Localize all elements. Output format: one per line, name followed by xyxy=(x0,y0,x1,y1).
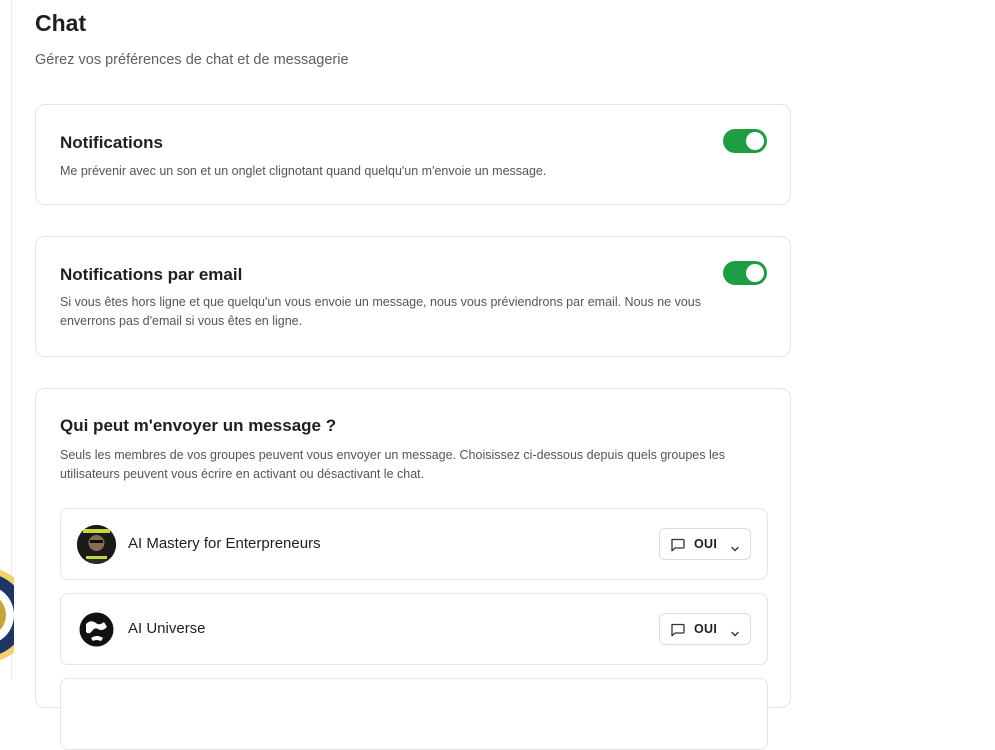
notifications-description: Me prévenir avec un son et un onglet cli… xyxy=(60,164,547,178)
chat-bubble-icon xyxy=(670,538,685,557)
chat-permission-value: OUI xyxy=(694,622,718,636)
group-name: AI Universe xyxy=(128,620,206,637)
group-avatar xyxy=(77,610,116,649)
toggle-knob xyxy=(746,264,764,282)
email-notifications-description: Si vous êtes hors ligne et que quelqu'un… xyxy=(60,295,701,328)
group-row: AI Mastery for Enterpreneurs OUI xyxy=(60,508,768,580)
who-can-message-title: Qui peut m'envoyer un message ? xyxy=(60,416,337,435)
chat-bubble-icon xyxy=(670,623,685,642)
notifications-title: Notifications xyxy=(60,133,163,152)
page-subtitle: Gérez vos préférences de chat et de mess… xyxy=(35,52,349,68)
chat-permission-dropdown[interactable]: OUI xyxy=(659,613,751,645)
who-can-message-description: Seuls les membres de vos groupes peuvent… xyxy=(60,448,725,481)
email-notifications-title: Notifications par email xyxy=(60,265,243,284)
chat-permission-dropdown[interactable]: OUI xyxy=(659,528,751,560)
toggle-knob xyxy=(746,132,764,150)
page-title: Chat xyxy=(35,10,87,36)
notifications-toggle[interactable] xyxy=(723,129,767,153)
who-can-message-card: Qui peut m'envoyer un message ? Seuls le… xyxy=(35,388,791,750)
email-notifications-toggle[interactable] xyxy=(723,261,767,285)
community-badge-logo xyxy=(0,560,14,670)
group-row xyxy=(60,678,768,750)
email-notifications-card: Notifications par email Si vous êtes hor… xyxy=(35,236,791,357)
group-row: AI Universe OUI xyxy=(60,593,768,665)
chat-permission-value: OUI xyxy=(694,537,718,551)
group-name: AI Mastery for Enterpreneurs xyxy=(128,535,321,552)
chevron-down-icon xyxy=(730,540,740,558)
group-avatar xyxy=(77,525,116,564)
notifications-card: Notifications Me prévenir avec un son et… xyxy=(35,104,791,205)
chevron-down-icon xyxy=(730,625,740,643)
